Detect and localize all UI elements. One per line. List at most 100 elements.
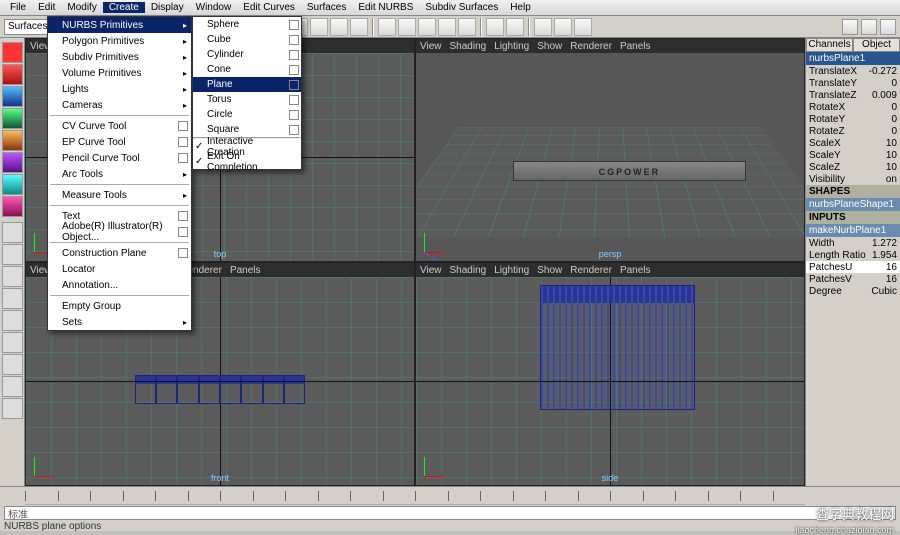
- menu-item[interactable]: Arc Tools: [48, 166, 191, 182]
- layout-glyph-icon[interactable]: [842, 19, 858, 35]
- channel-attr-row[interactable]: RotateZ0: [806, 125, 900, 137]
- attr-value[interactable]: 0.009: [872, 90, 897, 101]
- menu-item[interactable]: Lights: [48, 81, 191, 97]
- vp-menu-item[interactable]: Panels: [620, 265, 651, 276]
- option-box-icon[interactable]: [178, 137, 188, 147]
- main-menubar[interactable]: File Edit Modify Create Display Window E…: [0, 0, 900, 16]
- input-node-name[interactable]: makeNurbPlane1: [806, 224, 900, 237]
- channel-attr-row[interactable]: DegreeCubic: [806, 285, 900, 297]
- layout-icon[interactable]: [2, 354, 23, 375]
- vp-menu-item[interactable]: Lighting: [494, 265, 529, 276]
- layout-glyph-icon[interactable]: [861, 19, 877, 35]
- three-left-icon[interactable]: [2, 332, 23, 353]
- option-box-icon[interactable]: [289, 35, 299, 45]
- menu-edit-curves[interactable]: Edit Curves: [237, 2, 301, 13]
- snap-icon[interactable]: [398, 18, 416, 36]
- channel-attr-row[interactable]: TranslateX-0.272: [806, 65, 900, 77]
- two-side-icon[interactable]: [2, 266, 23, 287]
- attr-value[interactable]: 10: [886, 150, 897, 161]
- three-top-icon[interactable]: [2, 310, 23, 331]
- menu-subdiv-surfaces[interactable]: Subdiv Surfaces: [419, 2, 504, 13]
- option-box-icon[interactable]: [289, 65, 299, 75]
- option-box-icon[interactable]: [289, 80, 299, 90]
- submenu-item[interactable]: Cone: [193, 62, 301, 77]
- channel-attr-row[interactable]: Width1.272: [806, 237, 900, 249]
- layout-icon[interactable]: [2, 398, 23, 419]
- viewport-persp[interactable]: View Shading Lighting Show Renderer Pane…: [415, 38, 805, 262]
- select-tool-icon[interactable]: [2, 42, 23, 63]
- channel-attr-row[interactable]: RotateX0: [806, 101, 900, 113]
- select-mask-icon[interactable]: [310, 18, 328, 36]
- option-box-icon[interactable]: [178, 153, 188, 163]
- submenu-item[interactable]: Exit On Completion✓: [193, 154, 301, 169]
- channel-attr-row[interactable]: TranslateY0: [806, 77, 900, 89]
- render-icon[interactable]: [534, 18, 552, 36]
- channel-attr-row[interactable]: PatchesU16: [806, 261, 900, 273]
- channel-tabs[interactable]: Channels Object: [806, 38, 900, 52]
- attr-value[interactable]: 0: [891, 78, 897, 89]
- attr-value[interactable]: -0.272: [869, 66, 897, 77]
- menu-item[interactable]: Subdiv Primitives: [48, 49, 191, 65]
- channel-attr-row[interactable]: PatchesV16: [806, 273, 900, 285]
- snap-icon[interactable]: [438, 18, 456, 36]
- viewport-menu[interactable]: View Shading Lighting Show Renderer Pane…: [416, 263, 804, 277]
- menu-item[interactable]: Polygon Primitives: [48, 33, 191, 49]
- channel-attr-row[interactable]: ScaleX10: [806, 137, 900, 149]
- scene-text-object[interactable]: CGPOWER: [513, 161, 746, 181]
- attr-value[interactable]: 0: [891, 114, 897, 125]
- nurbs-primitives-submenu[interactable]: SphereCubeCylinderConePlaneTorusCircleSq…: [192, 16, 302, 170]
- menu-window[interactable]: Window: [190, 2, 238, 13]
- submenu-item[interactable]: Cube: [193, 32, 301, 47]
- two-stack-icon[interactable]: [2, 288, 23, 309]
- menu-item[interactable]: NURBS Primitives: [48, 17, 191, 33]
- attr-value[interactable]: on: [886, 174, 897, 185]
- vp-menu-item[interactable]: Renderer: [570, 41, 612, 52]
- menu-item[interactable]: Cameras: [48, 97, 191, 113]
- option-box-icon[interactable]: [178, 121, 188, 131]
- submenu-item[interactable]: Sphere: [193, 17, 301, 32]
- vp-menu-item[interactable]: Renderer: [570, 265, 612, 276]
- vp-menu-item[interactable]: Lighting: [494, 41, 529, 52]
- vp-menu-item[interactable]: Shading: [450, 41, 487, 52]
- option-box-icon[interactable]: [178, 227, 188, 237]
- channel-attr-row[interactable]: RotateY0: [806, 113, 900, 125]
- menu-edit[interactable]: Edit: [32, 2, 61, 13]
- single-pane-icon[interactable]: [2, 222, 23, 243]
- vp-menu-item[interactable]: View: [420, 41, 442, 52]
- attr-value[interactable]: 1.954: [872, 250, 897, 261]
- snap-icon[interactable]: [378, 18, 396, 36]
- menu-item[interactable]: Locator: [48, 261, 191, 277]
- option-box-icon[interactable]: [178, 211, 188, 221]
- viewport-canvas[interactable]: [416, 277, 804, 485]
- attr-value[interactable]: 1.272: [872, 238, 897, 249]
- last-tool-icon[interactable]: [2, 196, 23, 217]
- channel-attr-row[interactable]: ScaleY10: [806, 149, 900, 161]
- ipr-icon[interactable]: [554, 18, 572, 36]
- menu-item[interactable]: Adobe(R) Illustrator(R) Object...: [48, 224, 191, 240]
- vp-menu-item[interactable]: View: [420, 265, 442, 276]
- option-box-icon[interactable]: [289, 95, 299, 105]
- vp-menu-item[interactable]: Panels: [620, 41, 651, 52]
- menu-surfaces[interactable]: Surfaces: [301, 2, 352, 13]
- option-box-icon[interactable]: [289, 50, 299, 60]
- menu-item[interactable]: CV Curve Tool: [48, 118, 191, 134]
- channel-attr-row[interactable]: TranslateZ0.009: [806, 89, 900, 101]
- menu-item[interactable]: Construction Plane: [48, 245, 191, 261]
- vp-menu-item[interactable]: Panels: [230, 265, 261, 276]
- submenu-item[interactable]: Plane: [193, 77, 301, 92]
- submenu-item[interactable]: Cylinder: [193, 47, 301, 62]
- four-pane-icon[interactable]: [2, 244, 23, 265]
- manip-tool-icon[interactable]: [2, 152, 23, 173]
- option-box-icon[interactable]: [178, 248, 188, 258]
- node-name[interactable]: nurbsPlane1: [806, 52, 900, 65]
- option-box-icon[interactable]: [289, 20, 299, 30]
- menu-help[interactable]: Help: [504, 2, 537, 13]
- option-box-icon[interactable]: [289, 110, 299, 120]
- menu-item[interactable]: Annotation...: [48, 277, 191, 293]
- menu-item[interactable]: Pencil Curve Tool: [48, 150, 191, 166]
- menu-display[interactable]: Display: [145, 2, 190, 13]
- attr-value[interactable]: Cubic: [871, 286, 897, 297]
- attr-value[interactable]: 16: [886, 262, 897, 273]
- channel-attr-row[interactable]: Visibilityon: [806, 173, 900, 185]
- viewport-canvas[interactable]: [415, 127, 805, 237]
